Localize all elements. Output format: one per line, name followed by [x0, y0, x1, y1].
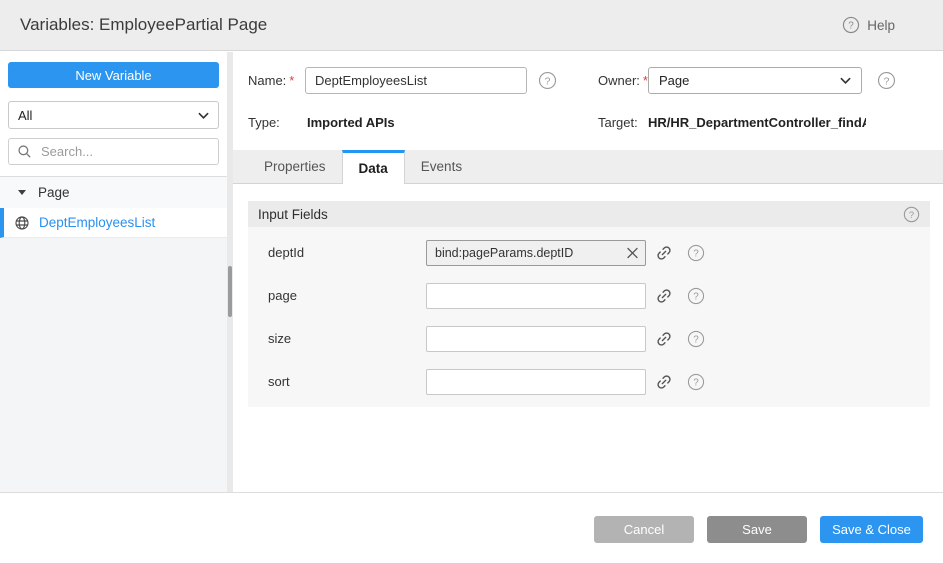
sidebar-controls: New Variable All: [0, 52, 227, 165]
owner-select-value: Page: [659, 73, 689, 88]
owner-help-icon[interactable]: ?: [877, 71, 896, 90]
help-link[interactable]: ? Help: [842, 16, 895, 34]
help-icon: ?: [842, 16, 860, 34]
variable-filter-select[interactable]: All: [8, 101, 219, 129]
sidebar-splitter[interactable]: [227, 52, 233, 492]
input-field-row-size: size ?: [268, 317, 930, 360]
chevron-down-icon: [198, 112, 209, 119]
svg-text:?: ?: [693, 291, 699, 302]
variables-sidebar: New Variable All: [0, 52, 227, 492]
field-help-icon[interactable]: ?: [687, 330, 705, 348]
tab-events[interactable]: Events: [405, 150, 478, 183]
variables-tree: Page DeptEmployeesList: [0, 176, 227, 492]
input-fields-body: deptId: [248, 227, 930, 407]
owner-select[interactable]: Page: [648, 67, 862, 94]
deptid-value-input[interactable]: [426, 240, 646, 266]
input-fields-help-icon[interactable]: ?: [903, 206, 920, 223]
field-label: page: [268, 288, 426, 303]
field-label: size: [268, 331, 426, 346]
size-value-input[interactable]: [426, 326, 646, 352]
type-value: Imported APIs: [307, 115, 395, 130]
detail-tabbar: Properties Data Events: [233, 150, 943, 184]
save-and-close-button[interactable]: Save & Close: [820, 516, 923, 543]
tree-item-label: DeptEmployeesList: [39, 215, 155, 230]
chevron-down-icon: [840, 77, 851, 84]
triangle-collapse-icon: [18, 190, 26, 195]
tree-item-deptemployeeslist[interactable]: DeptEmployeesList: [0, 208, 227, 238]
clear-binding-icon[interactable]: [626, 246, 639, 259]
target-value: HR/HR_DepartmentController_findAss…: [648, 115, 866, 130]
search-icon: [17, 144, 32, 159]
input-field-row-sort: sort ?: [268, 360, 930, 403]
svg-text:?: ?: [693, 377, 699, 388]
variable-filter-value: All: [18, 108, 32, 123]
dialog-footer: Cancel Save Save & Close: [0, 493, 943, 563]
data-tab-content: Input Fields ? deptId: [233, 184, 943, 407]
field-help-icon[interactable]: ?: [687, 373, 705, 391]
splitter-handle[interactable]: [228, 266, 232, 317]
owner-label: Owner:*: [598, 73, 648, 88]
bind-link-icon[interactable]: [653, 327, 676, 350]
svg-text:?: ?: [693, 248, 699, 259]
variables-dialog: Variables: EmployeePartial Page ? Help N…: [0, 0, 943, 563]
page-title: Variables: EmployeePartial Page: [20, 15, 267, 35]
svg-text:?: ?: [545, 76, 551, 87]
new-variable-button[interactable]: New Variable: [8, 62, 219, 88]
cancel-button[interactable]: Cancel: [594, 516, 694, 543]
type-label: Type:: [248, 115, 307, 130]
tree-group-page[interactable]: Page: [0, 177, 227, 208]
required-asterisk: *: [289, 73, 294, 88]
target-label: Target:: [598, 115, 648, 130]
globe-icon: [14, 215, 30, 231]
variable-form: Name:* ? Owner:* Page: [233, 52, 943, 130]
name-help-icon[interactable]: ?: [538, 71, 557, 90]
name-input[interactable]: [305, 67, 527, 94]
variable-detail-panel: Name:* ? Owner:* Page: [233, 52, 943, 492]
search-box: [8, 138, 219, 165]
dialog-body: New Variable All: [0, 52, 943, 493]
input-fields-title: Input Fields: [258, 207, 328, 222]
name-label: Name:*: [248, 73, 305, 88]
sort-value-input[interactable]: [426, 369, 646, 395]
input-field-row-page: page ?: [268, 274, 930, 317]
svg-text:?: ?: [693, 334, 699, 345]
svg-text:?: ?: [884, 76, 890, 87]
bind-link-icon[interactable]: [653, 284, 676, 307]
search-input[interactable]: [39, 143, 210, 160]
save-button[interactable]: Save: [707, 516, 807, 543]
tree-group-label: Page: [38, 185, 70, 200]
tab-data[interactable]: Data: [342, 150, 405, 184]
svg-text:?: ?: [848, 21, 854, 32]
input-field-row-deptid: deptId: [268, 231, 930, 274]
input-fields-header: Input Fields ?: [248, 201, 930, 227]
titlebar: Variables: EmployeePartial Page ? Help: [0, 0, 943, 51]
tab-properties[interactable]: Properties: [248, 150, 342, 183]
field-help-icon[interactable]: ?: [687, 287, 705, 305]
field-label: deptId: [268, 245, 426, 260]
field-help-icon[interactable]: ?: [687, 244, 705, 262]
help-label: Help: [867, 18, 895, 33]
bind-link-icon[interactable]: [653, 241, 676, 264]
bind-link-icon[interactable]: [653, 370, 676, 393]
page-value-input[interactable]: [426, 283, 646, 309]
field-label: sort: [268, 374, 426, 389]
svg-text:?: ?: [909, 209, 914, 219]
